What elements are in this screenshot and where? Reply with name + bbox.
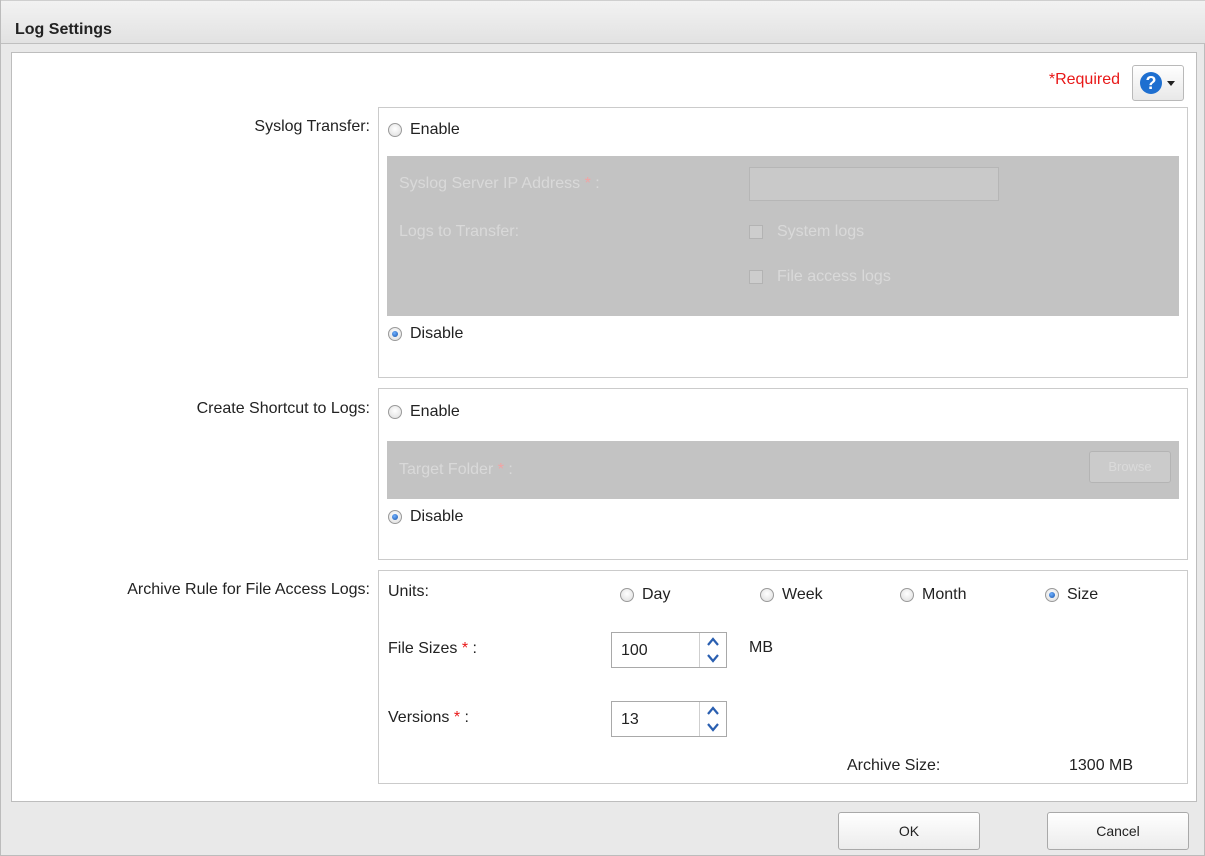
stepper-arrows [699,633,726,667]
stepper-arrows [699,702,726,736]
shortcut-enable-radio[interactable]: Enable [388,403,460,421]
archive-rule-box: Units: Day Week Month Size File Sizes * … [378,570,1188,784]
radio-icon [388,405,402,419]
spin-up-icon[interactable] [700,633,726,650]
spin-up-icon[interactable] [700,702,726,719]
browse-button[interactable]: Browse [1089,451,1171,483]
unit-week-label: Week [782,586,823,603]
help-question-icon: ? [1140,72,1162,94]
unit-day-label: Day [642,586,671,603]
file-sizes-value: 100 [621,642,648,659]
versions-stepper[interactable]: 13 [611,701,727,737]
shortcut-disabled-panel: Target Folder * : Browse [387,441,1179,499]
shortcut-enable-label: Enable [410,403,460,420]
units-label: Units: [388,583,429,600]
required-note: *Required [1048,71,1120,88]
syslog-server-ip-input[interactable] [749,167,999,201]
target-folder-label: Target Folder * : [399,461,513,478]
shortcut-disable-label: Disable [410,508,464,525]
file-sizes-stepper[interactable]: 100 [611,632,727,668]
spin-down-icon[interactable] [700,719,726,736]
file-sizes-unit: MB [749,639,773,656]
ok-button[interactable]: OK [838,812,980,850]
unit-day-radio[interactable]: Day [620,586,670,604]
radio-icon [900,588,914,602]
unit-week-radio[interactable]: Week [760,586,823,604]
syslog-transfer-label: Syslog Transfer: [254,118,370,135]
dialog-titlebar: Log Settings [1,0,1205,44]
syslog-disable-radio[interactable]: Disable [388,325,463,343]
shortcut-disable-radio[interactable]: Disable [388,508,463,526]
unit-size-label: Size [1067,586,1099,603]
system-logs-checkbox[interactable] [749,225,763,239]
versions-label: Versions * : [388,709,469,726]
syslog-enable-radio[interactable]: Enable [388,121,460,139]
dialog-title: Log Settings [15,21,112,38]
syslog-disabled-panel: Syslog Server IP Address * : Logs to Tra… [387,156,1179,316]
archive-rule-label: Archive Rule for File Access Logs: [127,581,370,598]
archive-size-label: Archive Size: [847,757,941,774]
syslog-transfer-box: Enable Syslog Server IP Address * : Logs… [378,107,1188,378]
create-shortcut-box: Enable Target Folder * : Browse Disable [378,388,1188,560]
create-shortcut-label: Create Shortcut to Logs: [196,400,370,417]
file-access-logs-label: File access logs [777,268,891,285]
logs-to-transfer-label: Logs to Transfer: [399,223,520,240]
archive-size-value: 1300 MB [1069,757,1134,774]
log-settings-dialog: Log Settings *Required ? Syslog Transfer… [0,0,1205,856]
spin-down-icon[interactable] [700,650,726,667]
unit-size-radio[interactable]: Size [1045,586,1098,604]
radio-icon [760,588,774,602]
cancel-button[interactable]: Cancel [1047,812,1189,850]
settings-content-panel: *Required ? Syslog Transfer: Enable Sysl… [11,52,1197,802]
radio-icon [388,123,402,137]
help-dropdown-button[interactable]: ? [1132,65,1184,101]
syslog-disable-label: Disable [410,325,464,342]
radio-icon [620,588,634,602]
radio-selected-icon [1045,588,1059,602]
file-access-logs-checkbox[interactable] [749,270,763,284]
radio-selected-icon [388,510,402,524]
versions-value: 13 [621,711,639,728]
file-sizes-label: File Sizes * : [388,640,477,657]
chevron-down-icon [1167,81,1175,86]
syslog-enable-label: Enable [410,121,460,138]
unit-month-label: Month [922,586,967,603]
unit-month-radio[interactable]: Month [900,586,966,604]
system-logs-label: System logs [777,223,865,240]
syslog-server-ip-label: Syslog Server IP Address * : [399,175,600,192]
radio-selected-icon [388,327,402,341]
